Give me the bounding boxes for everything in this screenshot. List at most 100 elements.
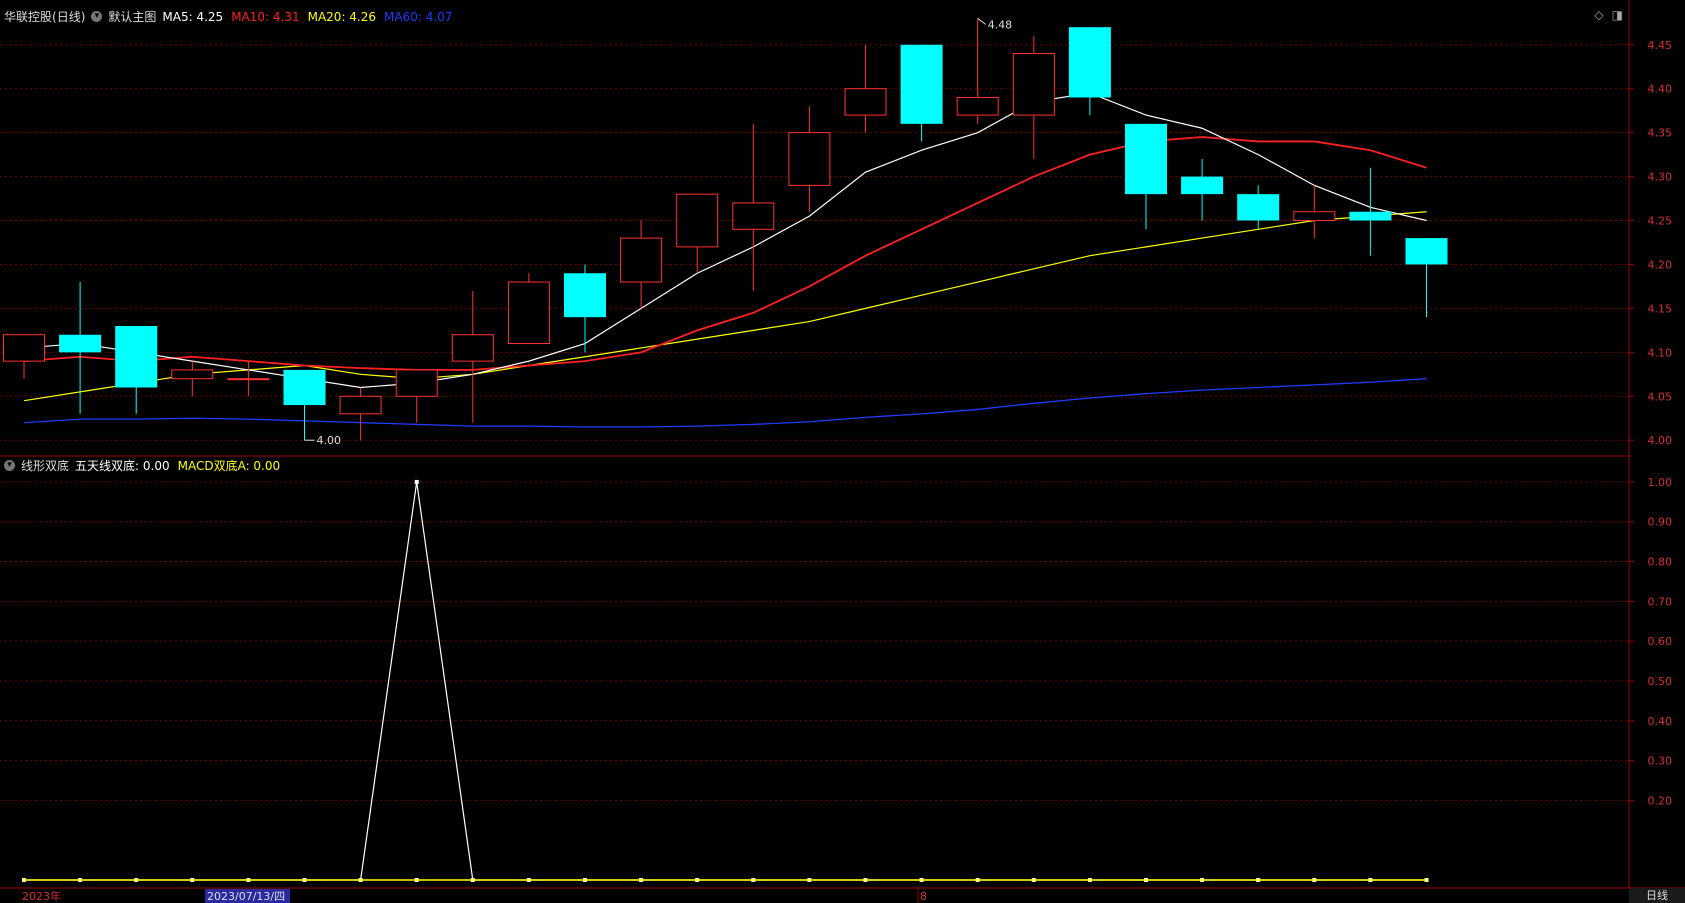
- y-tick-label: 0.80: [1648, 556, 1673, 569]
- candle-body: [395, 369, 438, 397]
- candle: [283, 369, 326, 441]
- panel-toggle-icon[interactable]: ◨: [1612, 8, 1623, 22]
- sub-point: [22, 878, 26, 882]
- sub-legend-item: MACD双底A: 0.00: [177, 459, 281, 473]
- ma20-line: [23, 211, 1427, 402]
- y-tick-label: 4.40: [1648, 83, 1673, 96]
- sub-point: [246, 878, 251, 882]
- dropdown-circle-icon[interactable]: ▾: [4, 460, 15, 471]
- candle-body: [620, 237, 663, 283]
- sub-point: [134, 878, 139, 882]
- ma60-line: [23, 378, 1427, 428]
- y-tick-label: 4.10: [1648, 346, 1673, 359]
- candle-body: [283, 369, 326, 406]
- candle: [451, 290, 494, 423]
- y-tick-label: 0.40: [1648, 715, 1673, 728]
- candle-body: [956, 96, 999, 116]
- y-tick-label: 4.45: [1648, 39, 1673, 52]
- candle-body: [1405, 238, 1448, 265]
- candle: [3, 334, 45, 379]
- candle: [1125, 123, 1167, 230]
- y-tick-label: 4.05: [1648, 390, 1673, 403]
- sub-point: [1087, 878, 1092, 882]
- candle: [227, 361, 270, 397]
- month-label: 8: [920, 890, 927, 903]
- x-axis: 2023年 2023/07/13/四 8: [22, 889, 927, 903]
- low-label: 4.00: [317, 434, 342, 447]
- y-tick-label: 0.20: [1648, 794, 1673, 807]
- ma-legend-item: MA5: 4.25: [162, 9, 224, 24]
- sub-peak-point: [414, 479, 419, 484]
- sub-point: [975, 878, 980, 882]
- sub-point: [1424, 878, 1429, 882]
- candle-body: [788, 132, 831, 186]
- sub-point: [583, 878, 587, 882]
- candle: [900, 44, 943, 142]
- period-label: (日线): [52, 10, 86, 24]
- y-tick-label: 4.00: [1648, 434, 1673, 447]
- y-tick-label: 0.30: [1648, 755, 1673, 768]
- sub-point: [1031, 878, 1036, 882]
- candle: [1405, 238, 1448, 318]
- candle-body: [900, 44, 943, 124]
- sub-point: [1200, 878, 1205, 882]
- candle-body: [3, 334, 45, 362]
- candle-body: [451, 334, 494, 362]
- candle-body: [1293, 211, 1336, 222]
- sub-point: [919, 878, 924, 882]
- candle: [1293, 185, 1336, 239]
- period-button[interactable]: 日线: [1629, 888, 1685, 903]
- y-tick-label: 1.00: [1648, 476, 1673, 489]
- sub-point: [751, 878, 756, 882]
- candle-body: [564, 273, 606, 318]
- diamond-icon[interactable]: ◇: [1594, 8, 1603, 22]
- sub-title[interactable]: 线形双底: [21, 457, 69, 474]
- sub-panel-header: ▾ 线形双底 五天线双底: 0.00 MACD双底A: 0.00: [4, 457, 280, 474]
- stock-name[interactable]: 华联控股: [4, 8, 52, 25]
- main-panel-header: 华联控股 (日线) ▾ 默认主图 MA5: 4.25 MA10: 4.31 MA20…: [4, 8, 452, 25]
- template-label[interactable]: 默认主图: [108, 8, 156, 25]
- panel-toolbar: ◇ ◨: [1594, 8, 1623, 22]
- candle-body: [171, 369, 214, 380]
- candle-body: [732, 202, 775, 230]
- high-label: 4.48: [988, 18, 1013, 31]
- moving-average-lines: [23, 92, 1427, 428]
- candle-body: [676, 193, 719, 248]
- candle: [1237, 185, 1280, 230]
- kline-chart[interactable]: 4.48 4.00 4.45 4.40 4.35 4.30 4.25 4.20 4.15 4.1…: [0, 0, 1685, 903]
- candle: [1068, 27, 1111, 116]
- y-axis: 4.45 4.40 4.35 4.30 4.25 4.20 4.15 4.10 4.05 4.00…: [1628, 0, 1673, 888]
- candle-body: [507, 281, 550, 345]
- y-tick-label: 4.35: [1648, 127, 1673, 140]
- y-tick-label: 4.20: [1648, 258, 1673, 271]
- ma-legend: MA5: 4.25 MA10: 4.31 MA20: 4.26 MA60: 4.07: [162, 10, 452, 24]
- candle: [956, 18, 999, 124]
- candle-body: [339, 395, 382, 415]
- candle-body: [1237, 194, 1280, 221]
- candle-body: [1068, 27, 1111, 98]
- candle: [395, 369, 438, 423]
- dropdown-circle-icon[interactable]: ▾: [91, 11, 103, 22]
- candle: [844, 44, 887, 133]
- y-tick-label: 0.50: [1648, 675, 1673, 688]
- sub-point: [1312, 878, 1317, 882]
- candle-body: [227, 378, 270, 381]
- candle: [1349, 167, 1392, 256]
- y-tick-label: 4.15: [1648, 302, 1673, 315]
- candle: [339, 387, 382, 441]
- candle-body: [844, 88, 887, 116]
- candle-body: [1125, 123, 1167, 195]
- candle: [171, 361, 214, 397]
- sub-point: [1256, 878, 1261, 882]
- y-tick-label: 0.70: [1648, 595, 1673, 608]
- candle: [507, 273, 550, 345]
- candle: [676, 193, 719, 274]
- candle: [564, 264, 606, 353]
- sub-point: [78, 878, 83, 882]
- candlesticks: 4.48 4.00: [3, 17, 1448, 447]
- y-tick-label: 4.30: [1648, 171, 1673, 184]
- candle-body: [1181, 176, 1224, 195]
- sub-point: [358, 878, 363, 882]
- sub-point: [695, 878, 700, 882]
- ma-legend-item: MA20: 4.26: [307, 9, 377, 24]
